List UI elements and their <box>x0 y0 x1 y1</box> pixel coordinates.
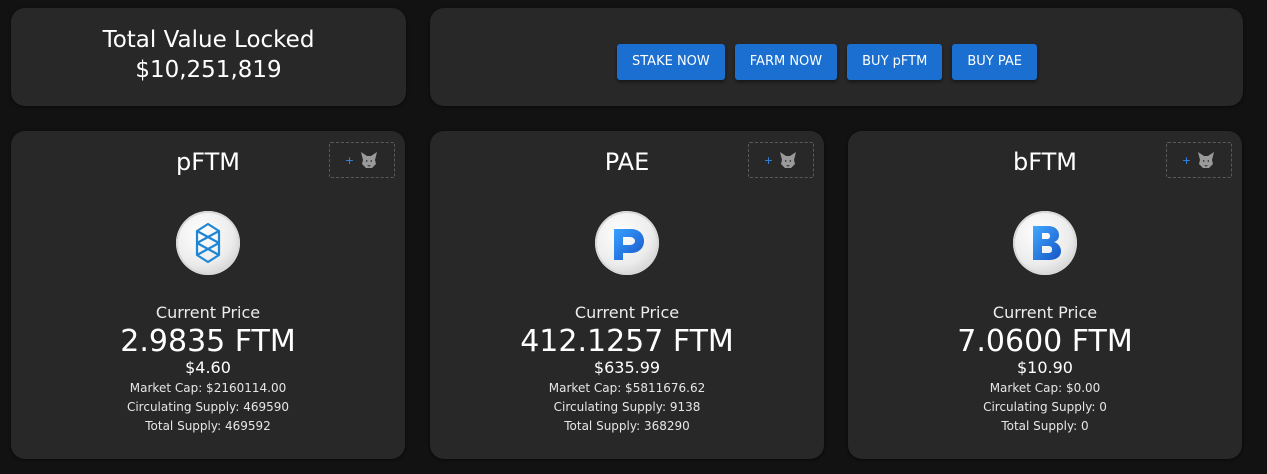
market-cap: Market Cap: $5811676.62 <box>548 381 706 395</box>
circulating-supply: Circulating Supply: 469590 <box>126 400 290 414</box>
token-card-bftm: bFTM + Current Price 7.0600 FTM $10.90 M… <box>848 131 1242 459</box>
price-ftm: 412.1257 FTM <box>520 324 734 359</box>
add-to-wallet-button[interactable]: + <box>1166 142 1232 178</box>
tvl-card: Total Value Locked $10,251,819 <box>11 8 406 106</box>
total-supply: Total Supply: 469592 <box>145 419 271 433</box>
price-label: Current Price <box>992 303 1098 322</box>
circulating-supply: Circulating Supply: 9138 <box>553 400 701 414</box>
price-label: Current Price <box>155 303 261 322</box>
metamask-fox-icon <box>1198 152 1215 168</box>
tvl-title: Total Value Locked <box>102 27 315 53</box>
stake-now-button[interactable]: STAKE NOW <box>617 44 725 80</box>
price-label: Current Price <box>574 303 680 322</box>
price-ftm: 7.0600 FTM <box>957 324 1133 359</box>
plus-icon: + <box>1181 153 1192 167</box>
price-usd: $10.90 <box>1017 358 1073 377</box>
plus-icon: + <box>763 153 774 167</box>
metamask-fox-icon <box>361 152 378 168</box>
add-to-wallet-button[interactable]: + <box>329 142 395 178</box>
fantom-icon <box>176 211 240 275</box>
token-card-pftm: pFTM + Current Price 2.9835 FTM $4.60 Ma… <box>11 131 405 459</box>
bftm-icon <box>1013 211 1077 275</box>
actions-card: STAKE NOW FARM NOW BUY pFTM BUY PAE <box>430 8 1243 106</box>
action-buttons: STAKE NOW FARM NOW BUY pFTM BUY PAE <box>617 44 1037 80</box>
price-usd: $635.99 <box>593 358 661 377</box>
plus-icon: + <box>344 153 355 167</box>
buy-pae-button[interactable]: BUY PAE <box>952 44 1037 80</box>
farm-now-button[interactable]: FARM NOW <box>734 44 838 80</box>
token-card-pae: PAE + Current Price 412.1257 FTM $635.99… <box>430 131 824 459</box>
circulating-supply: Circulating Supply: 0 <box>983 400 1107 414</box>
total-supply: Total Supply: 368290 <box>564 419 690 433</box>
price-ftm: 2.9835 FTM <box>120 324 296 359</box>
price-usd: $4.60 <box>185 358 231 377</box>
add-to-wallet-button[interactable]: + <box>748 142 814 178</box>
buy-pftm-button[interactable]: BUY pFTM <box>847 44 943 80</box>
total-supply: Total Supply: 0 <box>1001 419 1089 433</box>
market-cap: Market Cap: $0.00 <box>989 381 1101 395</box>
tvl-value: $10,251,819 <box>135 57 282 83</box>
pae-icon <box>595 211 659 275</box>
metamask-fox-icon <box>780 152 797 168</box>
market-cap: Market Cap: $2160114.00 <box>129 381 287 395</box>
